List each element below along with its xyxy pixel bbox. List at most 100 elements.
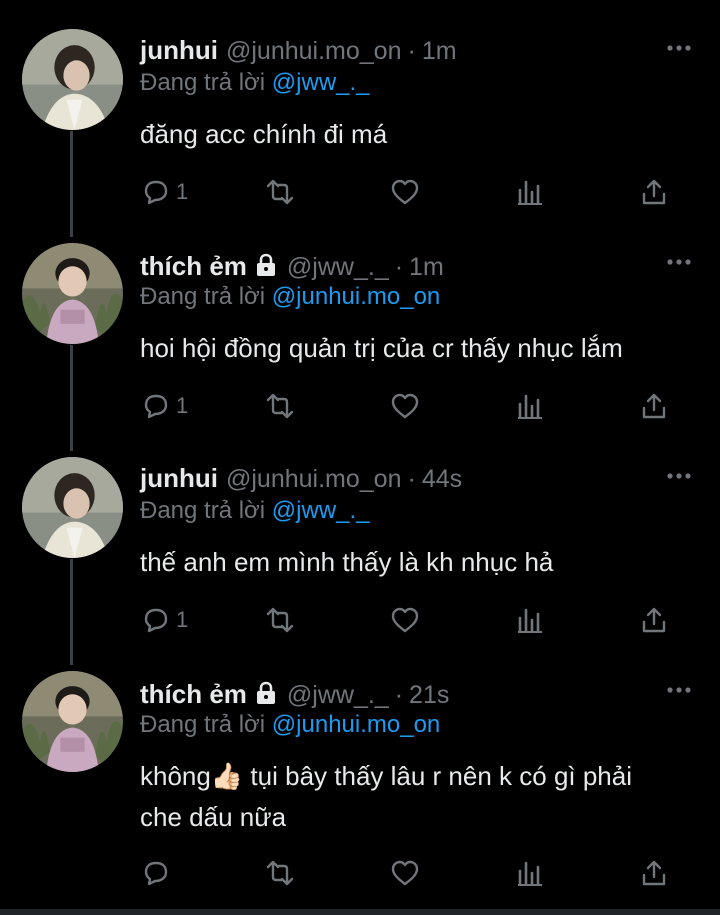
avatar[interactable] bbox=[22, 243, 123, 344]
tweet-text: đăng acc chính đi má bbox=[140, 119, 388, 149]
action-bar: 1 bbox=[140, 388, 680, 424]
more-icon[interactable] bbox=[666, 257, 692, 267]
heart-icon bbox=[391, 393, 419, 419]
replying-to: Đang trả lời @jww_._ bbox=[140, 69, 370, 97]
views-button[interactable] bbox=[514, 855, 546, 891]
avatar-thich-em-icon bbox=[22, 671, 123, 772]
analytics-icon bbox=[518, 394, 542, 419]
timestamp[interactable]: 44s bbox=[422, 465, 462, 494]
heart-icon bbox=[391, 179, 419, 205]
reply-button[interactable] bbox=[140, 855, 176, 891]
display-name[interactable]: junhui bbox=[140, 463, 218, 494]
mention-link[interactable]: @junhui.mo_on bbox=[272, 711, 440, 738]
retweet-button[interactable] bbox=[264, 602, 296, 638]
display-name[interactable]: thích ẻm bbox=[140, 679, 247, 710]
replying-to-label: Đang trả lời bbox=[140, 711, 266, 738]
like-button[interactable] bbox=[389, 388, 421, 424]
mention-link[interactable]: @junhui.mo_on bbox=[272, 283, 440, 310]
retweet-icon bbox=[266, 393, 294, 419]
views-button[interactable] bbox=[514, 174, 546, 210]
heart-icon bbox=[391, 607, 419, 633]
tweet[interactable]: thích ẻm @jww_._ · 21s Đang trả lời @jun… bbox=[0, 671, 720, 901]
share-button[interactable] bbox=[638, 602, 670, 638]
handle[interactable]: @junhui.mo_on bbox=[226, 465, 402, 494]
avatar-thich-em-icon bbox=[22, 243, 123, 344]
handle[interactable]: @jww_._ bbox=[287, 681, 389, 710]
tweet[interactable]: junhui @junhui.mo_on · 44s Đang trả lời … bbox=[0, 457, 720, 647]
mention-link[interactable]: @jww_._ bbox=[272, 497, 370, 524]
lock-icon bbox=[256, 253, 275, 276]
action-bar bbox=[140, 855, 680, 891]
retweet-button[interactable] bbox=[264, 388, 296, 424]
reply-count: 1 bbox=[176, 393, 189, 418]
reply-button[interactable]: 1 bbox=[140, 602, 188, 638]
share-button[interactable] bbox=[638, 855, 670, 891]
action-bar: 1 bbox=[140, 174, 680, 210]
tweet-text-line: không👍🏻 tụi bây thấy lâu r nên k có gì p… bbox=[140, 761, 633, 791]
like-button[interactable] bbox=[389, 174, 421, 210]
share-icon bbox=[642, 393, 666, 419]
tweet-header: thích ẻm @jww_._ · 1m bbox=[140, 249, 444, 283]
replying-to: Đang trả lời @junhui.mo_on bbox=[140, 283, 440, 311]
analytics-icon bbox=[518, 861, 542, 886]
views-button[interactable] bbox=[514, 388, 546, 424]
tweet-header: junhui @junhui.mo_on · 44s bbox=[140, 463, 462, 497]
share-icon bbox=[642, 860, 666, 886]
tweet-text: hoi hội đồng quản trị của cr thấy nhục l… bbox=[140, 333, 623, 363]
retweet-button[interactable] bbox=[264, 855, 296, 891]
separator-dot: · bbox=[407, 465, 416, 493]
display-name[interactable]: thích ẻm bbox=[140, 251, 247, 282]
avatar[interactable] bbox=[22, 671, 123, 772]
share-icon bbox=[642, 179, 666, 205]
replying-to-label: Đang trả lời bbox=[140, 283, 266, 310]
more-icon[interactable] bbox=[666, 685, 692, 695]
more-icon[interactable] bbox=[666, 471, 692, 481]
share-icon bbox=[642, 607, 666, 633]
heart-icon bbox=[391, 860, 419, 886]
tweet-text-line: che dấu nữa bbox=[140, 802, 287, 832]
tweet-text: thế anh em mình thấy là kh nhục hả bbox=[140, 547, 554, 577]
reply-icon bbox=[144, 394, 168, 419]
timestamp[interactable]: 1m bbox=[409, 253, 444, 282]
reply-count: 1 bbox=[176, 179, 189, 204]
retweet-icon bbox=[266, 179, 294, 205]
reply-button[interactable]: 1 bbox=[140, 174, 188, 210]
avatar-junhui-icon bbox=[22, 457, 123, 558]
reply-button[interactable]: 1 bbox=[140, 388, 188, 424]
separator-dot: · bbox=[394, 681, 404, 709]
like-button[interactable] bbox=[389, 855, 421, 891]
tweet[interactable]: thích ẻm @jww_._ · 1m Đang trả lời @junh… bbox=[0, 243, 720, 433]
replying-to: Đang trả lời @jww_._ bbox=[140, 497, 370, 525]
tweet-header: junhui @junhui.mo_on · 1m bbox=[140, 35, 457, 69]
avatar[interactable] bbox=[22, 457, 123, 558]
retweet-icon bbox=[266, 607, 294, 633]
views-button[interactable] bbox=[514, 602, 546, 638]
timestamp[interactable]: 1m bbox=[422, 37, 457, 66]
handle[interactable]: @junhui.mo_on bbox=[226, 37, 402, 66]
bottom-divider bbox=[0, 909, 720, 915]
tweet[interactable]: junhui @junhui.mo_on · 1m Đang trả lời @… bbox=[0, 29, 720, 219]
retweet-button[interactable] bbox=[264, 174, 296, 210]
analytics-icon bbox=[518, 180, 542, 205]
avatar[interactable] bbox=[22, 29, 123, 130]
reply-icon bbox=[144, 608, 168, 633]
reply-icon bbox=[144, 180, 168, 205]
mention-link[interactable]: @jww_._ bbox=[272, 69, 370, 96]
retweet-icon bbox=[266, 860, 294, 886]
handle[interactable]: @jww_._ bbox=[287, 253, 389, 282]
avatar-junhui-icon bbox=[22, 29, 123, 130]
share-button[interactable] bbox=[638, 174, 670, 210]
share-button[interactable] bbox=[638, 388, 670, 424]
reply-icon bbox=[144, 861, 168, 886]
separator-dot: · bbox=[394, 253, 404, 281]
tweet-header: thích ẻm @jww_._ · 21s bbox=[140, 677, 449, 711]
tweet-text: không👍🏻 tụi bây thấy lâu r nên k có gì p… bbox=[140, 756, 700, 838]
display-name[interactable]: junhui bbox=[140, 35, 218, 66]
more-icon[interactable] bbox=[666, 43, 692, 53]
replying-to: Đang trả lời @junhui.mo_on bbox=[140, 711, 440, 739]
action-bar: 1 bbox=[140, 602, 680, 638]
timestamp[interactable]: 21s bbox=[409, 681, 449, 710]
lock-icon bbox=[256, 681, 275, 704]
separator-dot: · bbox=[407, 37, 416, 65]
like-button[interactable] bbox=[389, 602, 421, 638]
